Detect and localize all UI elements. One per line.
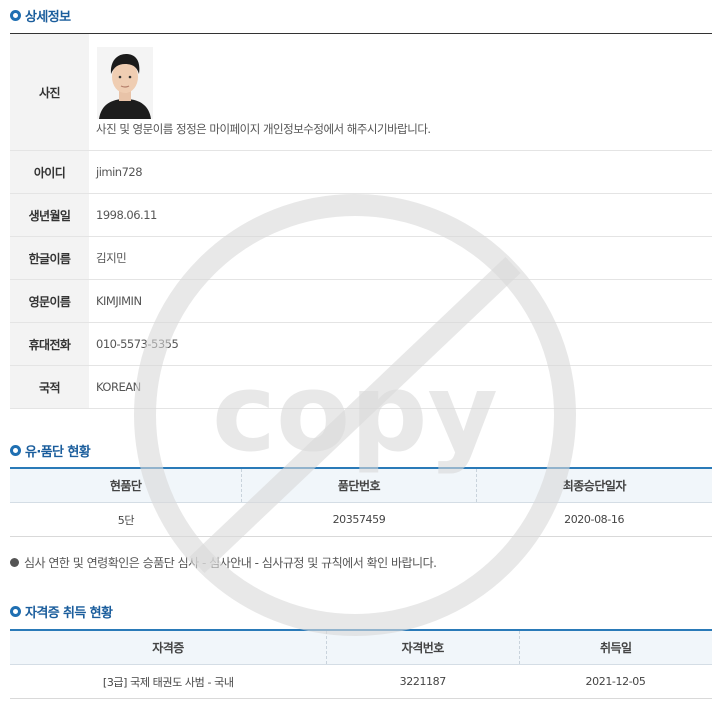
row-label: 한글이름 [10, 236, 89, 280]
table-cell: 2020-08-16 [476, 502, 712, 537]
bullet-dot-icon [10, 558, 19, 567]
row-value: KIMJIMIN [89, 279, 712, 323]
table-header-row: 자격증 자격번호 취득일 [10, 630, 712, 665]
detail-table: 사진 사진 및 영문이름 정정은 마이페이지 개인정보수정에서 해주시기바랍니다… [10, 33, 712, 409]
column-header: 취득일 [518, 630, 712, 665]
detail-row-korean-name: 한글이름 김지민 [10, 236, 712, 280]
row-label: 생년월일 [10, 193, 89, 237]
photo-note: 사진 및 영문이름 정정은 마이페이지 개인정보수정에서 해주시기바랍니다. [96, 122, 431, 136]
section-bullet-icon [10, 445, 21, 456]
cert-table: 자격증 자격번호 취득일 [3급] 국제 태권도 사범 - 국내 3221187… [10, 629, 712, 699]
table-row: [3급] 국제 태권도 사범 - 국내 3221187 2021-12-05 [10, 664, 712, 699]
table-cell: 3221187 [326, 664, 520, 699]
poom-table: 현품단 품단번호 최종승단일자 5단 20357459 2020-08-16 [10, 467, 712, 537]
column-header: 자격번호 [326, 630, 520, 665]
column-header: 자격증 [10, 630, 327, 665]
row-label: 영문이름 [10, 279, 89, 323]
row-label: 휴대전화 [10, 322, 89, 366]
row-label: 아이디 [10, 150, 89, 194]
notice: 심사 연한 및 연령확인은 승품단 심사 - 심사안내 - 심사규정 및 규칙에… [10, 554, 437, 571]
detail-row-id: 아이디 jimin728 [10, 150, 712, 194]
table-header-row: 현품단 품단번호 최종승단일자 [10, 468, 712, 503]
profile-photo [97, 47, 153, 119]
notice-text: 심사 연한 및 연령확인은 승품단 심사 - 심사안내 - 심사규정 및 규칙에… [24, 556, 437, 570]
table-cell: 2021-12-05 [519, 664, 712, 699]
detail-row-nationality: 국적 KOREAN [10, 365, 712, 409]
row-value: 010-5573-5355 [89, 322, 712, 366]
table-cell: [3급] 국제 태권도 사범 - 국내 [10, 664, 327, 699]
detail-section-title: 상세정보 [10, 6, 71, 25]
detail-row-birthdate: 생년월일 1998.06.11 [10, 193, 712, 237]
column-header: 품단번호 [241, 468, 477, 503]
section-bullet-icon [10, 606, 21, 617]
table-cell: 5단 [10, 502, 242, 537]
cert-section-title: 자격증 취득 현황 [10, 602, 113, 621]
detail-row-english-name: 영문이름 KIMJIMIN [10, 279, 712, 323]
detail-row-mobile: 휴대전화 010-5573-5355 [10, 322, 712, 366]
column-header: 현품단 [10, 468, 242, 503]
row-value: 김지민 [89, 236, 712, 280]
photo-row: 사진 사진 및 영문이름 정정은 마이페이지 개인정보수정에서 해주시기바랍니다… [10, 33, 712, 151]
row-label: 국적 [10, 365, 89, 409]
column-header: 최종승단일자 [475, 468, 712, 503]
section-bullet-icon [10, 10, 21, 21]
row-value: 1998.06.11 [89, 193, 712, 237]
row-value: KOREAN [89, 365, 712, 409]
table-row: 5단 20357459 2020-08-16 [10, 502, 712, 537]
photo-label: 사진 [10, 33, 89, 151]
poom-section-title: 유·품단 현황 [10, 441, 91, 460]
table-cell: 20357459 [241, 502, 477, 537]
row-value: jimin728 [89, 150, 712, 194]
